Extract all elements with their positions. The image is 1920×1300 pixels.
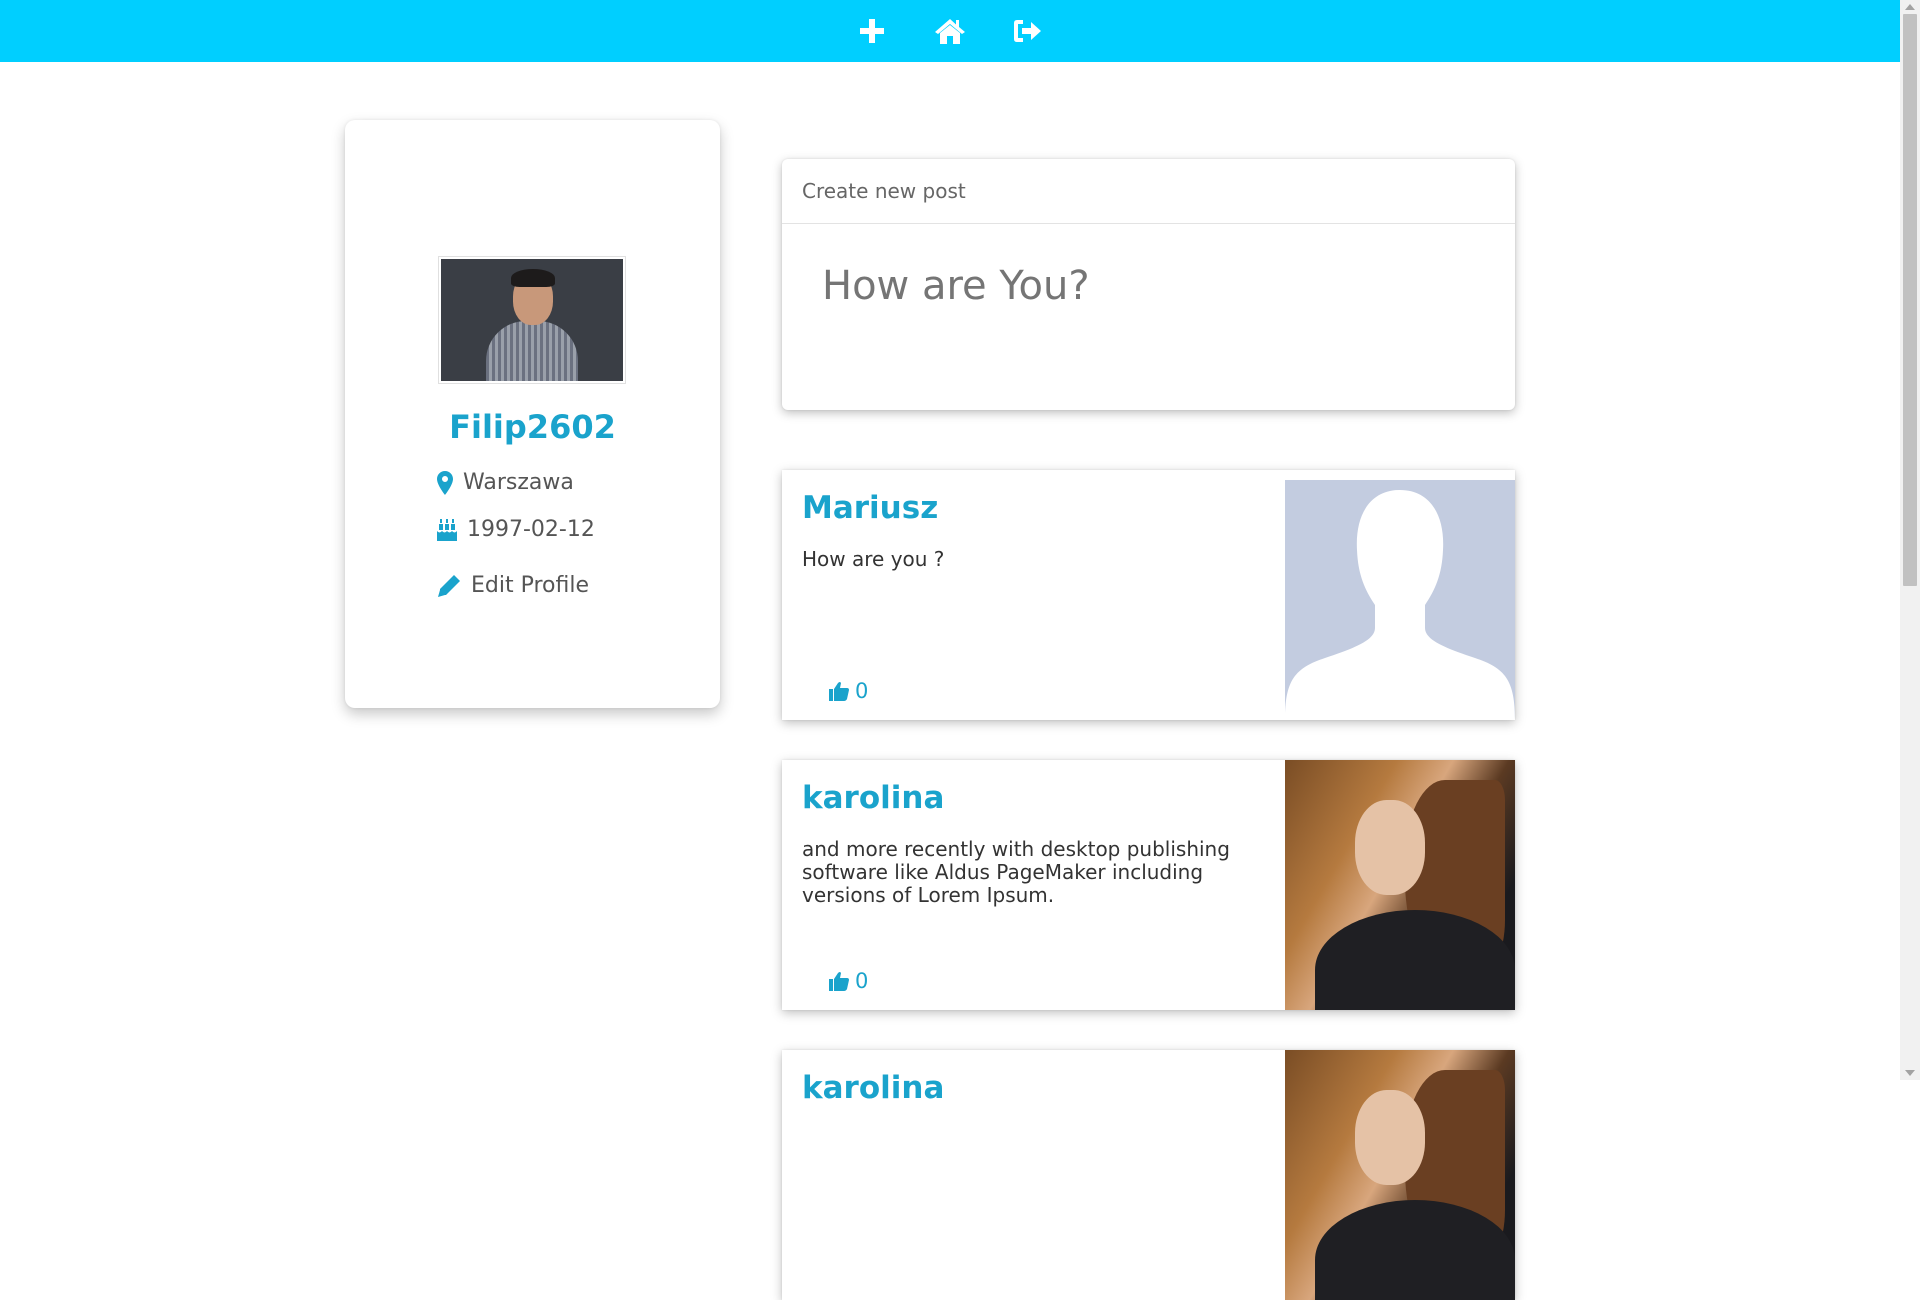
logout-button[interactable] [1010,13,1046,49]
profile-avatar [438,256,626,384]
add-post-button[interactable] [854,13,890,49]
edit-profile-link[interactable]: Edit Profile [437,573,589,598]
thumbs-up-icon [829,972,849,991]
top-navbar [0,0,1900,62]
scroll-down-arrow[interactable] [1905,1070,1915,1076]
post-text: How are you ? [802,547,945,571]
post-image [1285,1050,1515,1300]
profile-birthday: 1997-02-12 [437,517,595,542]
post-card: karolina and more recently with desktop … [782,760,1515,1010]
like-count: 0 [855,969,869,993]
profile-username: Filip2602 [449,408,616,446]
profile-photo [441,259,623,381]
scrollbar-thumb[interactable] [1903,14,1917,586]
pencil-icon [438,574,460,597]
birthday-cake-icon [437,518,457,541]
location-text: Warszawa [463,470,574,495]
plus-icon [860,19,884,43]
profile-card: Filip2602 Warszawa 1997-02-12 Edit Profi… [345,120,720,708]
default-avatar-silhouette [1285,490,1515,720]
birthday-text: 1997-02-12 [467,517,595,542]
post-author[interactable]: karolina [802,1070,1262,1106]
thumbs-up-icon [829,682,849,701]
create-post-card: Create new post [782,159,1515,410]
post-author[interactable]: Mariusz [802,490,1262,526]
map-marker-icon [437,470,453,495]
like-count: 0 [855,679,869,703]
post-card: Mariusz How are you ? 0 [782,470,1515,720]
home-icon [935,19,965,44]
woman-portrait-photo [1285,1050,1515,1300]
post-image [1285,760,1515,1010]
sign-out-icon [1014,20,1041,42]
create-post-header: Create new post [782,159,1515,224]
scroll-up-arrow[interactable] [1905,4,1915,10]
post-author[interactable]: karolina [802,780,1262,816]
post-input[interactable] [822,263,1462,309]
like-button[interactable]: 0 [829,679,868,703]
profile-location: Warszawa [437,470,574,495]
post-card: karolina [782,1050,1515,1300]
home-button[interactable] [932,13,968,49]
post-image [1285,470,1515,720]
woman-portrait-photo [1285,760,1515,1010]
like-button[interactable]: 0 [829,969,868,993]
edit-profile-label: Edit Profile [471,573,590,598]
post-text: and more recently with desktop publishin… [802,837,1230,907]
page-scrollbar[interactable] [1900,0,1920,1080]
